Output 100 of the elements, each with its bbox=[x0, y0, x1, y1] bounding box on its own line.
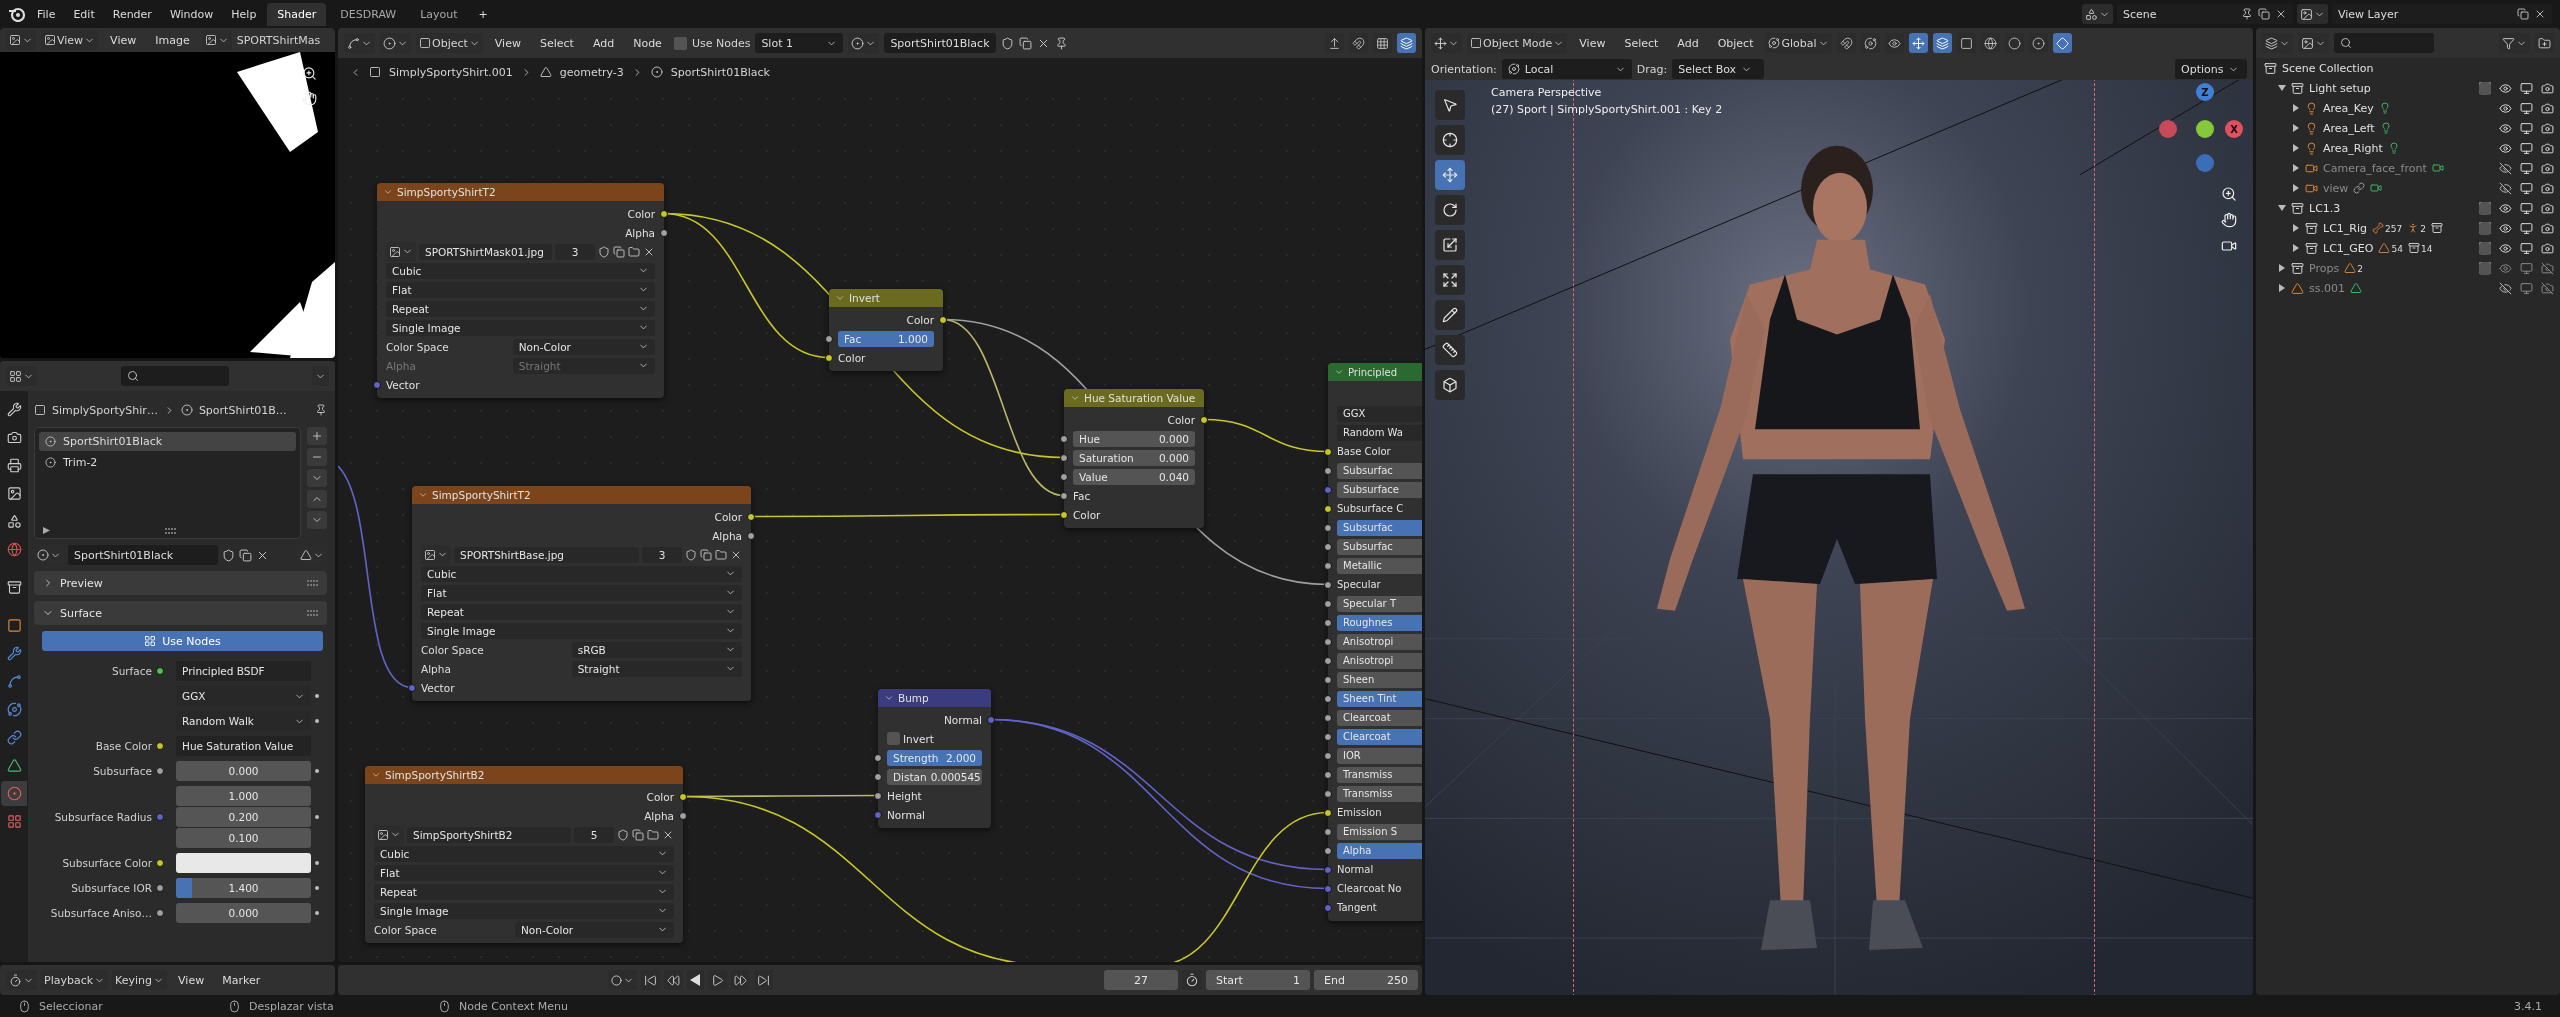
value-field[interactable]: Transmiss bbox=[1337, 785, 1422, 802]
menu-item[interactable]: File bbox=[30, 5, 63, 23]
dropdown[interactable]: Straight bbox=[571, 660, 742, 677]
value-field[interactable]: Distan 0.000545 bbox=[887, 768, 982, 785]
workspace-tab[interactable]: Shader bbox=[267, 2, 327, 26]
drag-dropdown[interactable]: Select Box bbox=[1672, 59, 1765, 79]
breadcrumb-item[interactable]: SportShirt01B… bbox=[198, 403, 287, 417]
menu-dropdown[interactable]: Keying bbox=[112, 970, 168, 990]
value-field[interactable]: Alpha bbox=[1337, 842, 1422, 859]
image-name[interactable]: SPORTShirtMas bbox=[236, 33, 321, 47]
outliner-item-name[interactable]: Area_Left bbox=[2323, 121, 2375, 135]
dropdown[interactable]: Cubic bbox=[421, 565, 742, 582]
use-nodes-button[interactable]: Use Nodes bbox=[42, 631, 323, 651]
workspace-tab[interactable]: DESDRAW bbox=[330, 2, 407, 26]
number-field[interactable]: 0.000 bbox=[176, 761, 311, 781]
menu-item[interactable]: Edit bbox=[66, 5, 102, 23]
menu-item[interactable]: Select bbox=[1617, 34, 1666, 52]
outliner-item-name[interactable]: Camera_face_front bbox=[2323, 161, 2427, 175]
outliner-item-name[interactable]: Scene Collection bbox=[2282, 61, 2374, 75]
value-field[interactable]: Specular T bbox=[1337, 595, 1422, 612]
menu-item[interactable]: Render bbox=[105, 5, 159, 23]
dropdown[interactable]: GGX bbox=[1337, 405, 1422, 422]
menu-item[interactable]: Node bbox=[626, 34, 669, 52]
number-field[interactable]: 1.000 bbox=[176, 786, 311, 806]
number-field[interactable]: 0.200 bbox=[176, 807, 311, 827]
menu-item[interactable]: View bbox=[487, 34, 528, 52]
dropdown[interactable]: Repeat bbox=[374, 883, 674, 900]
view-mode-dropdown[interactable]: View bbox=[41, 30, 99, 50]
material-slot[interactable]: SportShirt01Black bbox=[39, 432, 296, 451]
number-field[interactable]: 1.400 bbox=[176, 878, 311, 898]
menu-item[interactable]: Window bbox=[162, 5, 221, 23]
value-field[interactable]: Saturation 0.000 bbox=[1073, 449, 1195, 466]
dropdown[interactable]: Cubic bbox=[386, 262, 655, 279]
node-header[interactable]: SimpSportyShirtT2 bbox=[412, 486, 751, 504]
value-field[interactable]: Sheen bbox=[1337, 671, 1422, 688]
outliner-item-name[interactable]: ss.001 bbox=[2309, 281, 2345, 295]
slot-dropdown[interactable]: Slot 1 bbox=[755, 33, 844, 53]
outliner-item-name[interactable]: Props bbox=[2309, 261, 2340, 275]
value-field[interactable]: Transmiss bbox=[1337, 766, 1422, 783]
menu-item[interactable]: Help bbox=[224, 5, 264, 23]
menu-dropdown[interactable]: Playback bbox=[41, 970, 109, 990]
node-header[interactable]: SimpSportyShirtB2 bbox=[365, 766, 683, 784]
image-name-field[interactable]: SimpSportyShirtB2 bbox=[407, 826, 571, 843]
panel-header[interactable]: Preview bbox=[34, 571, 327, 595]
node-header[interactable]: Hue Saturation Value bbox=[1064, 389, 1204, 407]
outliner-item-name[interactable]: LC1.3 bbox=[2309, 201, 2341, 215]
dropdown[interactable]: Single Image bbox=[421, 622, 742, 639]
panel-header[interactable]: Surface bbox=[34, 601, 327, 625]
menu-item[interactable]: Image bbox=[148, 31, 197, 49]
breadcrumb-item[interactable]: SimplySportyShirt.001 bbox=[389, 65, 513, 79]
value-field[interactable]: Subsurfac bbox=[1337, 462, 1422, 479]
number-field[interactable]: 0.100 bbox=[176, 828, 311, 848]
dropdown[interactable]: Repeat bbox=[386, 300, 655, 317]
material-slot[interactable]: Trim-2 bbox=[39, 453, 296, 472]
value-field[interactable]: Anisotropi bbox=[1337, 652, 1422, 669]
dropdown[interactable]: Flat bbox=[374, 864, 674, 881]
value-field[interactable]: Clearcoat bbox=[1337, 709, 1422, 726]
node-header[interactable]: Principled bbox=[1328, 363, 1422, 381]
scene-field[interactable]: Scene bbox=[2117, 4, 2293, 24]
breadcrumb-item[interactable]: geometry-3 bbox=[559, 65, 624, 79]
image-name-field[interactable]: SPORTShirtBase.jpg bbox=[454, 546, 639, 563]
value-field[interactable]: Hue 0.000 bbox=[1073, 430, 1195, 447]
mode-dropdown[interactable]: Object Mode bbox=[1467, 33, 1568, 53]
outliner-item-name[interactable]: LC1_Rig bbox=[2323, 221, 2367, 235]
menu-item[interactable]: View bbox=[1572, 34, 1613, 52]
menu-item[interactable]: Marker bbox=[215, 971, 268, 989]
value-field[interactable]: Roughnes bbox=[1337, 614, 1422, 631]
node-header[interactable]: Bump bbox=[878, 689, 991, 707]
dropdown[interactable]: Cubic bbox=[374, 845, 674, 862]
user-count[interactable]: 3 bbox=[642, 546, 682, 563]
user-count[interactable]: 3 bbox=[555, 243, 595, 260]
link-field[interactable]: Principled BSDF bbox=[176, 661, 311, 681]
value-field[interactable]: Sheen Tint bbox=[1337, 690, 1422, 707]
transform-orientation-dropdown[interactable]: Global bbox=[1765, 33, 1832, 53]
dropdown[interactable]: Single Image bbox=[386, 319, 655, 336]
menu-item[interactable]: View bbox=[171, 971, 212, 989]
breadcrumb-item[interactable]: SportShirt01Black bbox=[670, 65, 770, 79]
outliner-item-name[interactable]: Light setup bbox=[2309, 81, 2371, 95]
shader-mode-dropdown[interactable]: Object bbox=[416, 33, 483, 53]
menu-item[interactable]: Object bbox=[1710, 34, 1761, 52]
value-field[interactable]: Clearcoat bbox=[1337, 728, 1422, 745]
start-frame-field[interactable]: Start 1 bbox=[1206, 970, 1310, 990]
dropdown[interactable]: Repeat bbox=[421, 603, 742, 620]
node-header[interactable]: Invert bbox=[829, 289, 943, 307]
menu-item[interactable]: Add bbox=[1670, 34, 1706, 52]
dropdown[interactable]: GGX bbox=[176, 686, 311, 706]
value-field[interactable]: Metallic bbox=[1337, 557, 1422, 574]
link-field[interactable]: Hue Saturation Value bbox=[176, 736, 311, 756]
dropdown[interactable]: Non-Color bbox=[512, 338, 655, 355]
dropdown[interactable]: Random Walk bbox=[176, 711, 311, 731]
dropdown[interactable]: Flat bbox=[421, 584, 742, 601]
outliner-item-name[interactable]: LC1_GEO bbox=[2323, 241, 2374, 255]
image-name-field[interactable]: SPORTShirtMask01.jpg bbox=[419, 243, 552, 260]
material-name-field[interactable]: SportShirt01Black bbox=[68, 545, 218, 565]
value-field[interactable]: Emission S bbox=[1337, 823, 1422, 840]
view-layer-field[interactable]: View Layer bbox=[2332, 4, 2552, 24]
material-name-field[interactable]: SportShirt01Black bbox=[884, 33, 997, 53]
value-field[interactable]: Strength 2.000 bbox=[887, 749, 982, 766]
value-field[interactable]: Subsurfac bbox=[1337, 538, 1422, 555]
workspace-tab[interactable]: Layout bbox=[410, 2, 468, 26]
